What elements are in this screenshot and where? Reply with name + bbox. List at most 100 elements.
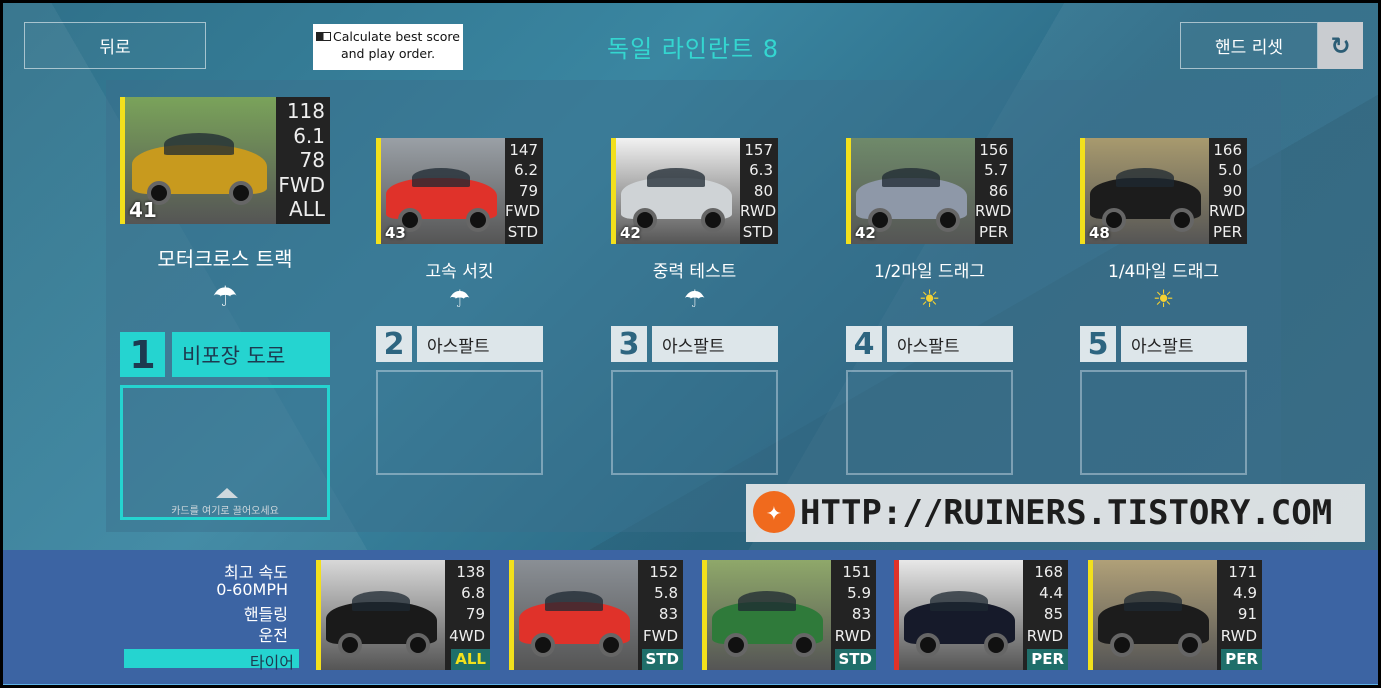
rarity-stripe	[120, 97, 125, 224]
card-drop-zone[interactable]: 카드를 여기로 끌어오세요	[120, 385, 330, 520]
stat-value: RWD	[1026, 626, 1063, 645]
surface-label: 아스팔트	[887, 326, 1013, 362]
watermark: ✦ HTTP://RUINERS.TISTORY.COM	[746, 484, 1365, 542]
stat-value: 80	[753, 181, 773, 200]
car-window	[647, 167, 706, 187]
card-drop-zone[interactable]	[376, 370, 543, 475]
car-rating: 48	[1089, 224, 1110, 242]
stat-value: PER	[979, 222, 1008, 241]
sun-icon: ☀	[918, 285, 941, 313]
legend-selected[interactable]: 타이어	[124, 649, 299, 672]
slot-number: 3	[611, 326, 647, 362]
car-stats: 118 6.1 78 FWD ALL	[276, 97, 330, 224]
game-screen: 뒤로 Calculate best score and play order. …	[0, 0, 1381, 688]
stat-value: 4WD	[449, 626, 485, 645]
calculate-label: Calculate best score and play order.	[333, 29, 460, 61]
wheel	[723, 632, 748, 657]
tire-tag: PER	[1221, 648, 1262, 670]
tire-tag: PER	[1027, 648, 1068, 670]
stat-value: 4.9	[1233, 584, 1257, 603]
rain-icon: ☂	[683, 285, 706, 313]
wheel	[337, 632, 362, 657]
stat-value: RWD	[740, 202, 777, 221]
watermark-text: HTTP://RUINERS.TISTORY.COM	[800, 493, 1333, 533]
stat-value: RWD	[1209, 202, 1246, 221]
watermark-logo-icon: ✦	[753, 491, 795, 533]
stat-value: RWD	[834, 626, 871, 645]
car-photo	[894, 560, 1023, 670]
stat-value: 6.2	[514, 161, 538, 180]
surface-label: 아스팔트	[417, 326, 543, 362]
stat-value: 5.7	[984, 161, 1008, 180]
reset-icon[interactable]: ↻	[1318, 22, 1363, 69]
calculate-best-button[interactable]: Calculate best score and play order.	[313, 24, 463, 70]
surface-label: 비포장 도로	[172, 332, 330, 377]
slot-number: 5	[1080, 326, 1116, 362]
rarity-stripe	[846, 138, 851, 244]
back-button[interactable]: 뒤로	[24, 22, 206, 69]
car-window	[1124, 590, 1183, 611]
car-card[interactable]: 171 4.9 91 RWD PER	[1088, 560, 1262, 670]
stat-value: 168	[1034, 563, 1063, 581]
hand-reset-button[interactable]: 핸드 리셋	[1180, 22, 1318, 69]
stat-value: RWD	[1220, 626, 1257, 645]
car-card[interactable]: 157 6.3 80 RWD STD 42	[611, 138, 778, 244]
stat-value: PER	[1213, 222, 1242, 241]
slot-number: 2	[376, 326, 412, 362]
stat-value: 118	[286, 99, 325, 123]
drop-arrow-icon	[216, 488, 238, 498]
tire-tag: ALL	[451, 648, 490, 670]
legend-item: 운전	[258, 626, 288, 645]
stat-value: ALL	[289, 197, 325, 222]
card-drop-zone[interactable]	[846, 370, 1013, 475]
car-stats: 157 6.3 80 RWD STD	[740, 138, 778, 244]
car-card[interactable]: 138 6.8 79 4WD ALL	[316, 560, 490, 670]
car-card[interactable]: 147 6.2 79 FWD STD 43	[376, 138, 543, 244]
tire-tag: STD	[834, 648, 876, 670]
event-name: 고속 서킷	[425, 262, 494, 282]
car-stats: 166 5.0 90 RWD PER	[1209, 138, 1247, 244]
card-drop-zone[interactable]	[611, 370, 778, 475]
stat-value: 78	[299, 148, 325, 173]
car-window	[545, 590, 604, 611]
stat-value: 86	[988, 181, 1008, 200]
stat-value: 83	[658, 605, 678, 624]
stat-value: 79	[465, 605, 485, 624]
car-photo	[509, 560, 638, 670]
stat-value: 138	[456, 563, 485, 581]
surface-label: 아스팔트	[1121, 326, 1247, 362]
rarity-stripe	[1080, 138, 1085, 244]
car-card[interactable]: 168 4.4 85 RWD PER	[894, 560, 1068, 670]
car-window	[882, 167, 941, 187]
stat-value: 171	[1228, 563, 1257, 581]
rarity-stripe	[894, 560, 899, 670]
car-card[interactable]: 151 5.9 83 RWD STD	[702, 560, 876, 670]
stat-value: FWD	[505, 202, 541, 221]
car-card[interactable]: 118 6.1 78 FWD ALL 41	[120, 97, 330, 224]
sun-icon: ☀	[1152, 285, 1175, 313]
stat-value: 91	[1237, 605, 1257, 624]
rarity-stripe	[611, 138, 616, 244]
stat-value: 6.8	[461, 584, 485, 603]
wheel	[406, 632, 431, 657]
car-card[interactable]: 156 5.7 86 RWD PER 42	[846, 138, 1013, 244]
car-photo	[316, 560, 445, 670]
wheel	[599, 632, 624, 657]
car-window	[738, 590, 797, 611]
car-window	[412, 167, 471, 187]
stat-value: 79	[518, 181, 538, 200]
card-drop-zone[interactable]	[1080, 370, 1247, 475]
car-rating: 42	[620, 224, 641, 242]
stat-value: 151	[842, 563, 871, 581]
car-window	[930, 590, 989, 611]
car-card[interactable]: 152 5.8 83 FWD STD	[509, 560, 683, 670]
wheel	[915, 632, 940, 657]
rarity-stripe	[376, 138, 381, 244]
calculator-icon	[316, 32, 332, 41]
stat-value: 166	[1213, 141, 1242, 159]
car-card[interactable]: 166 5.0 90 RWD PER 48	[1080, 138, 1247, 244]
tire-tag: STD	[641, 648, 683, 670]
drop-hint: 카드를 여기로 끌어오세요	[171, 506, 279, 517]
event-name: 1/4마일 드래그	[1108, 262, 1219, 282]
car-photo	[702, 560, 831, 670]
